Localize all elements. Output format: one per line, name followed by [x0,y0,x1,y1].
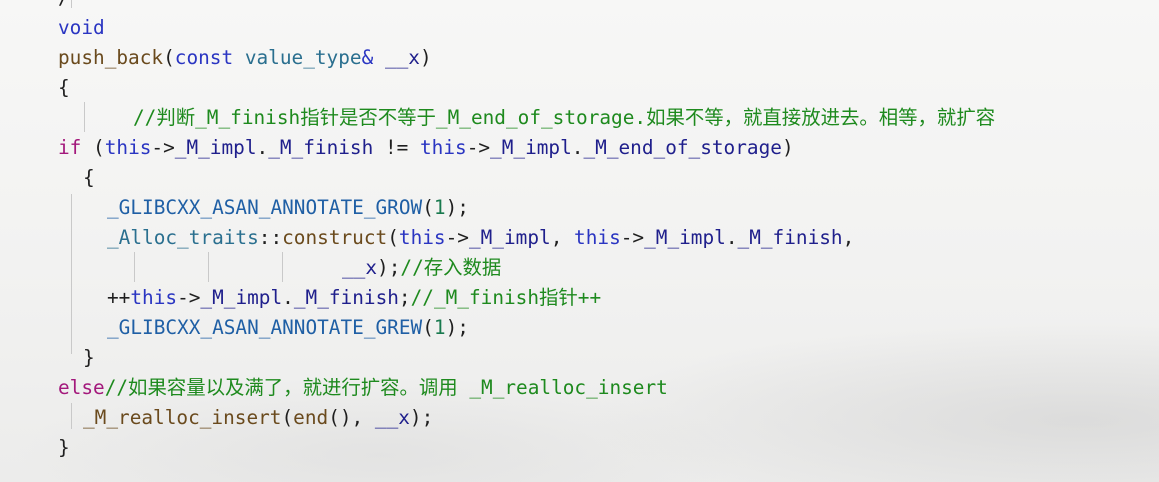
code-token: { [83,166,95,189]
code-token: _GLIBCXX_ASAN_ANNOTATE_GREW [107,316,423,339]
code-token: __x [384,46,420,69]
code-editor: / void push_back(const value_type& __x) … [0,0,1159,482]
code-token: if [58,136,82,159]
code-token: //_M_finish指针++ [410,286,602,309]
indent-guide [71,194,72,354]
code-line: { [83,163,95,193]
code-token: ( [422,316,434,339]
code-line: _GLIBCXX_ASAN_ANNOTATE_GREW(1); [107,313,469,343]
indent-guide [71,0,72,8]
code-token: -> [151,136,175,159]
code-token: . [256,136,269,159]
code-token: 1 [433,196,446,219]
code-token: :: [258,226,283,249]
indent-guide [282,252,283,282]
code-token: -> [177,286,201,309]
code-token: _M_impl [174,136,257,159]
code-token: / [58,0,70,9]
code-token: (), [328,406,375,429]
code-token: _M_impl [644,226,726,249]
code-token: __x [374,406,410,429]
code-token: ( [81,136,105,159]
code-token: . [282,286,294,309]
code-token: this [398,226,446,249]
code-token: ( [387,226,399,249]
indent-guide [71,403,72,429]
code-token: //判断_M_finish指针是否不等于_M_end_of_storage.如果… [133,106,996,129]
code-token: } [83,346,95,369]
code-token: _M_impl [200,286,283,309]
code-token: . [725,226,738,249]
code-token: push_back [58,46,164,69]
code-token: this [130,286,178,309]
code-token: -> [466,136,491,159]
code-token: -> [445,226,469,249]
code-line: { [58,73,70,103]
code-token: ; [398,286,411,309]
code-token: _M_finish [737,226,843,249]
code-token: this [104,136,152,159]
code-line: push_back(const value_type& __x) [58,43,432,73]
code-token: _M_end_of_storage [583,136,782,159]
code-token: ) [781,136,794,159]
code-token: this [419,136,467,159]
code-line: //判断_M_finish指针是否不等于_M_end_of_storage.如果… [133,103,995,133]
indent-guide [208,252,209,282]
code-token: 1 [433,316,446,339]
code-token: -> [620,226,645,249]
code-line: ++this->_M_impl._M_finish;//_M_finish指针+… [107,283,601,313]
code-line: _Alloc_traits::construct(this->_M_impl, … [107,223,854,253]
code-token: value_type [244,46,362,69]
indent-guide [134,252,135,282]
code-token: ( [163,46,175,69]
code-token: ); [445,196,469,219]
code-token: _GLIBCXX_ASAN_ANNOTATE_GROW [107,196,423,219]
code-token: //如果容量以及满了，就进行扩容。调用 _M_realloc_insert [104,376,668,399]
code-token: ); [377,256,401,279]
code-token: } [58,436,70,459]
code-token: __x [342,256,378,279]
code-token: //存入数据 [400,256,502,279]
code-token: ) [419,46,432,69]
code-token: this [574,226,621,249]
indent-guide [84,102,85,132]
code-token: & [361,46,385,69]
code-token: ( [281,406,294,429]
code-token: ); [409,406,434,429]
code-line: / [58,0,70,13]
code-token: ); [445,316,469,339]
code-line: _M_realloc_insert(end(), __x); [83,403,433,433]
code-line: __x);//存入数据 [342,253,501,283]
code-token: _M_realloc_insert [83,406,282,429]
code-line: _GLIBCXX_ASAN_ANNOTATE_GROW(1); [107,193,469,223]
code-token: != [373,136,420,159]
code-token: _M_impl [490,136,572,159]
code-token: ++ [107,286,131,309]
code-token: void [58,16,105,39]
code-token: _Alloc_traits [107,226,259,249]
code-token: ( [422,196,434,219]
code-token: else [58,376,105,399]
code-token: , [842,226,855,249]
code-token: construct [282,226,388,249]
code-token: const [174,46,234,69]
code-line: } [58,433,70,463]
code-token: . [571,136,584,159]
code-token: _M_finish [268,136,374,159]
code-token: _M_finish [293,286,399,309]
code-token: _M_impl [468,226,551,249]
code-line: } [83,343,95,373]
code-token: { [58,76,70,99]
code-token: end [293,406,329,429]
code-line: void [58,13,105,43]
code-line: if (this->_M_impl._M_finish != this->_M_… [58,133,794,163]
code-token: , [550,226,575,249]
code-line: else//如果容量以及满了，就进行扩容。调用 _M_realloc_inser… [58,373,668,403]
